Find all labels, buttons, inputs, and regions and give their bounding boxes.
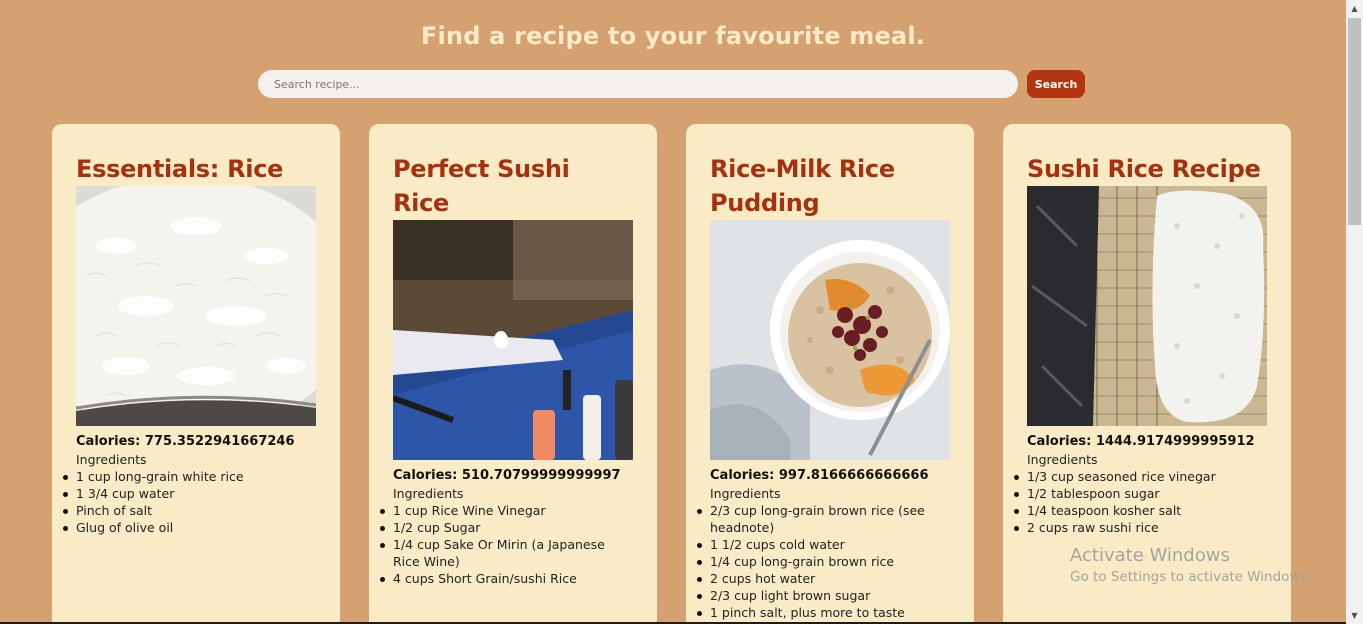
list-item: 1/4 cup Sake Or Mirin (a Japanese Rice W…: [380, 536, 633, 570]
list-item: 1/4 teaspoon kosher salt: [1014, 502, 1267, 519]
ingredients-list: 2/3 cup long-grain brown rice (see headn…: [697, 502, 950, 621]
list-item: 1 3/4 cup water: [63, 485, 316, 502]
recipe-title: Rice-Milk Rice Pudding: [710, 155, 895, 217]
list-item: 2/3 cup long-grain brown rice (see headn…: [697, 502, 950, 536]
ingredients-label: Ingredients: [1027, 452, 1098, 467]
scroll-up-arrow-icon[interactable]: ▲: [1346, 0, 1363, 17]
list-item: 1/3 cup seasoned rice vinegar: [1014, 468, 1267, 485]
page: Find a recipe to your favourite meal. Se…: [0, 0, 1346, 624]
scroll-thumb[interactable]: [1348, 18, 1361, 225]
recipe-card: Perfect Sushi Rice Calories: 510.7079999…: [369, 124, 657, 624]
list-item: 2 cups raw sushi rice: [1014, 519, 1267, 536]
recipe-card: Essentials: Rice Calories: 775.352294166…: [52, 124, 340, 624]
recipe-title: Essentials: Rice: [76, 155, 284, 183]
ingredients-list: 1/3 cup seasoned rice vinegar 1/2 tables…: [1014, 468, 1267, 536]
recipe-calories: Calories: 510.70799999999997: [393, 468, 621, 483]
ingredients-label: Ingredients: [76, 452, 147, 467]
recipe-calories: Calories: 775.3522941667246: [76, 434, 295, 449]
ingredients-list: 1 cup Rice Wine Vinegar 1/2 cup Sugar 1/…: [380, 502, 633, 587]
list-item: 1 cup long-grain white rice: [63, 468, 316, 485]
search-input[interactable]: [258, 70, 1018, 98]
list-item: 2/3 cup light brown sugar: [697, 587, 950, 604]
recipe-card: Rice-Milk Rice Pudding Calories: 997.816…: [686, 124, 974, 624]
vertical-scrollbar[interactable]: ▲ ▼: [1346, 0, 1363, 624]
ingredients-list: 1 cup long-grain white rice 1 3/4 cup wa…: [63, 468, 316, 536]
recipe-title: Perfect Sushi Rice: [393, 155, 570, 217]
list-item: 2 cups hot water: [697, 570, 950, 587]
scroll-down-arrow-icon[interactable]: ▼: [1346, 607, 1363, 624]
recipe-calories: Calories: 1444.9174999995912: [1027, 434, 1255, 449]
list-item: 1/2 cup Sugar: [380, 519, 633, 536]
list-item: 1/4 cup long-grain brown rice: [697, 553, 950, 570]
ingredients-label: Ingredients: [710, 486, 781, 501]
recipe-image: [76, 186, 316, 426]
recipe-image: [393, 220, 633, 460]
list-item: Glug of olive oil: [63, 519, 316, 536]
recipe-card: Sushi Rice Recipe Calories: 1444.9174999…: [1003, 124, 1291, 624]
ingredients-label: Ingredients: [393, 486, 464, 501]
recipe-title: Sushi Rice Recipe: [1027, 155, 1261, 183]
list-item: 1 pinch salt, plus more to taste: [697, 604, 950, 621]
page-title: Find a recipe to your favourite meal.: [420, 22, 926, 50]
recipe-image: [710, 220, 950, 460]
list-item: 1/2 tablespoon sugar: [1014, 485, 1267, 502]
list-item: 1 cup Rice Wine Vinegar: [380, 502, 633, 519]
search-button[interactable]: Search: [1027, 70, 1085, 98]
recipe-calories: Calories: 997.8166666666666: [710, 468, 929, 483]
list-item: 4 cups Short Grain/sushi Rice: [380, 570, 633, 587]
recipe-image: [1027, 186, 1267, 426]
list-item: 1 1/2 cups cold water: [697, 536, 950, 553]
list-item: Pinch of salt: [63, 502, 316, 519]
